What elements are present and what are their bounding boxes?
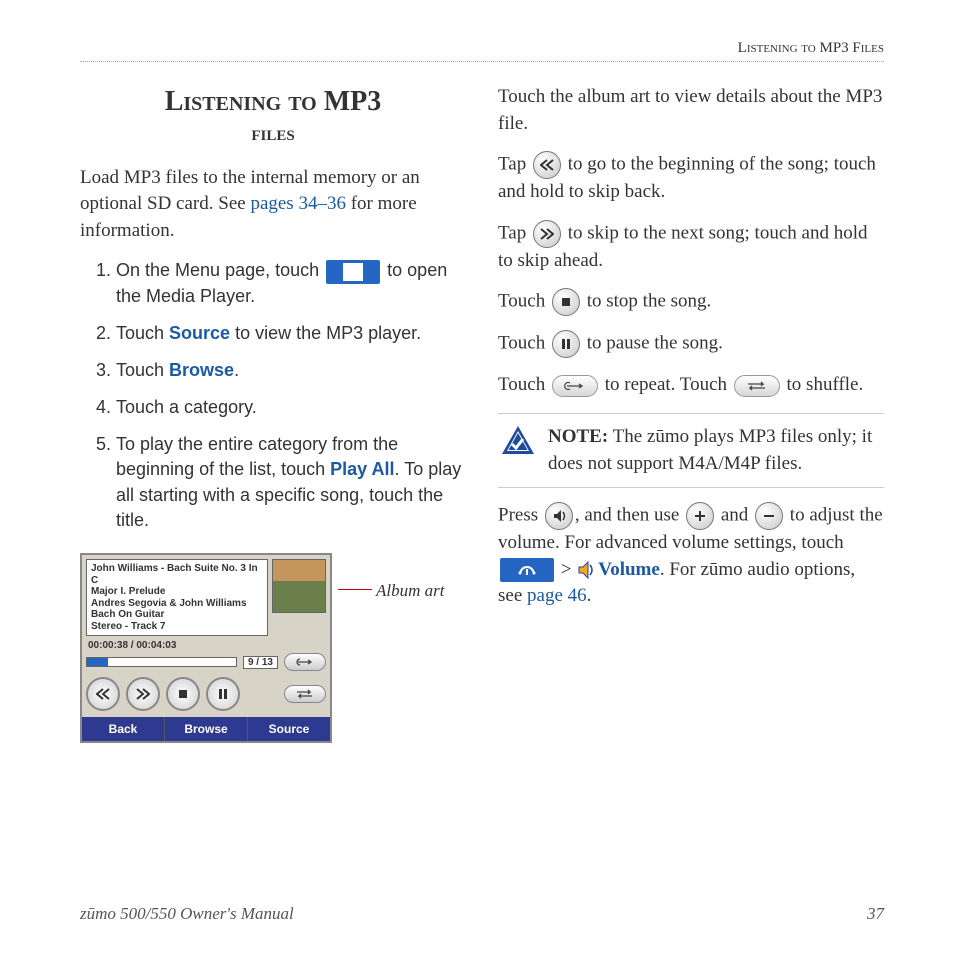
footer-title: zūmo 500/550 Owner's Manual: [80, 904, 294, 924]
browse-tab[interactable]: Browse: [165, 717, 248, 741]
browse-label: Browse: [169, 360, 234, 380]
step3-a: Touch: [116, 360, 169, 380]
player-figure: John Williams - Bach Suite No. 3 In C Ma…: [80, 553, 466, 743]
page-number: 37: [867, 904, 884, 924]
p7c: and: [716, 505, 753, 526]
back-tab[interactable]: Back: [82, 717, 165, 741]
intro-paragraph: Load MP3 files to the internal memory or…: [80, 165, 466, 245]
p2a: Tap: [498, 154, 531, 175]
volume-instruction: Press , and then use and to adjust the v…: [498, 502, 884, 610]
source-tab[interactable]: Source: [248, 717, 330, 741]
stop-button[interactable]: [166, 677, 200, 711]
step2-a: Touch: [116, 323, 169, 343]
title-line2: files: [80, 119, 466, 147]
steps-list: On the Menu page, touch to open the Medi…: [80, 258, 466, 533]
volume-label: Volume: [598, 559, 660, 580]
player-time: 00:00:38 / 00:04:03: [88, 640, 176, 651]
p6c: to shuffle.: [782, 374, 863, 395]
prev-instruction: Tap to go to the beginning of the song; …: [498, 151, 884, 206]
repeat-icon: [552, 375, 598, 397]
note-check-icon: [500, 424, 536, 460]
title-line1: Listening to MP3: [165, 86, 382, 117]
p7e: >: [556, 559, 576, 580]
step-1: On the Menu page, touch to open the Medi…: [116, 258, 466, 308]
header-rule: [80, 61, 884, 62]
p4b: to stop the song.: [582, 291, 711, 312]
pause-instruction: Touch to pause the song.: [498, 330, 884, 358]
repeat-shuffle-instruction: Touch to repeat. Touch to shuffle.: [498, 372, 884, 399]
speaker-icon: [576, 559, 598, 581]
step1-a: On the Menu page, touch: [116, 260, 324, 280]
stop-instruction: Touch to stop the song.: [498, 288, 884, 316]
player-screenshot: John Williams - Bach Suite No. 3 In C Ma…: [80, 553, 332, 743]
track-artist: Andres Segovia & John Williams: [91, 598, 263, 610]
track-meta: Stereo - Track 7: [91, 621, 263, 633]
p5a: Touch: [498, 333, 550, 354]
pages-link[interactable]: pages 34–36: [250, 193, 346, 214]
callout-line: [338, 589, 372, 590]
page-46-link[interactable]: page 46: [527, 585, 587, 606]
skip-back-icon: [533, 151, 561, 179]
p5b: to pause the song.: [582, 333, 723, 354]
p6b: to repeat. Touch: [600, 374, 732, 395]
track-count: 9 / 13: [243, 656, 278, 669]
note-box: NOTE: The zūmo plays MP3 files only; it …: [498, 413, 884, 488]
left-column: Listening to MP3 files Load MP3 files to…: [80, 84, 466, 743]
step2-b: to view the MP3 player.: [230, 323, 421, 343]
next-button[interactable]: [126, 677, 160, 711]
prev-button[interactable]: [86, 677, 120, 711]
step-4: Touch a category.: [116, 395, 466, 420]
p4a: Touch: [498, 291, 550, 312]
step-5: To play the entire category from the beg…: [116, 432, 466, 533]
play-all-label: Play All: [330, 459, 394, 479]
pause-icon: [552, 330, 580, 358]
shuffle-button[interactable]: [284, 685, 326, 703]
player-info: John Williams - Bach Suite No. 3 In C Ma…: [86, 559, 268, 636]
volume-key-icon: [545, 502, 573, 530]
step-2: Touch Source to view the MP3 player.: [116, 321, 466, 346]
right-column: Touch the album art to view details abou…: [498, 84, 884, 743]
media-player-icon: [326, 260, 380, 284]
page-footer: zūmo 500/550 Owner's Manual 37: [80, 904, 884, 924]
note-text: NOTE: The zūmo plays MP3 files only; it …: [548, 424, 882, 477]
album-art-detail-text: Touch the album art to view details abou…: [498, 84, 884, 137]
note-label: NOTE:: [548, 426, 608, 447]
page-title: Listening to MP3 files: [80, 84, 466, 147]
p3a: Tap: [498, 222, 531, 243]
track-subtitle: Major I. Prelude: [91, 586, 263, 598]
p6a: Touch: [498, 374, 550, 395]
skip-forward-icon: [533, 220, 561, 248]
pause-button[interactable]: [206, 677, 240, 711]
track-title: John Williams - Bach Suite No. 3 In C: [91, 563, 263, 586]
running-header: Listening to MP3 Files: [80, 40, 884, 57]
next-instruction: Tap to skip to the next song; touch and …: [498, 220, 884, 275]
step-3: Touch Browse.: [116, 358, 466, 383]
stop-icon: [552, 288, 580, 316]
minus-icon: [755, 502, 783, 530]
p7a: Press: [498, 505, 543, 526]
progress-bar[interactable]: [86, 657, 237, 667]
album-art-callout: Album art: [376, 581, 444, 601]
track-album: Bach On Guitar: [91, 609, 263, 621]
tools-icon: [500, 558, 554, 582]
shuffle-icon: [734, 375, 780, 397]
step3-b: .: [234, 360, 239, 380]
p7b: , and then use: [575, 505, 684, 526]
p7g: .: [587, 585, 592, 606]
source-label: Source: [169, 323, 230, 343]
album-art-thumbnail[interactable]: [272, 559, 326, 613]
plus-icon: [686, 502, 714, 530]
repeat-button[interactable]: [284, 653, 326, 671]
